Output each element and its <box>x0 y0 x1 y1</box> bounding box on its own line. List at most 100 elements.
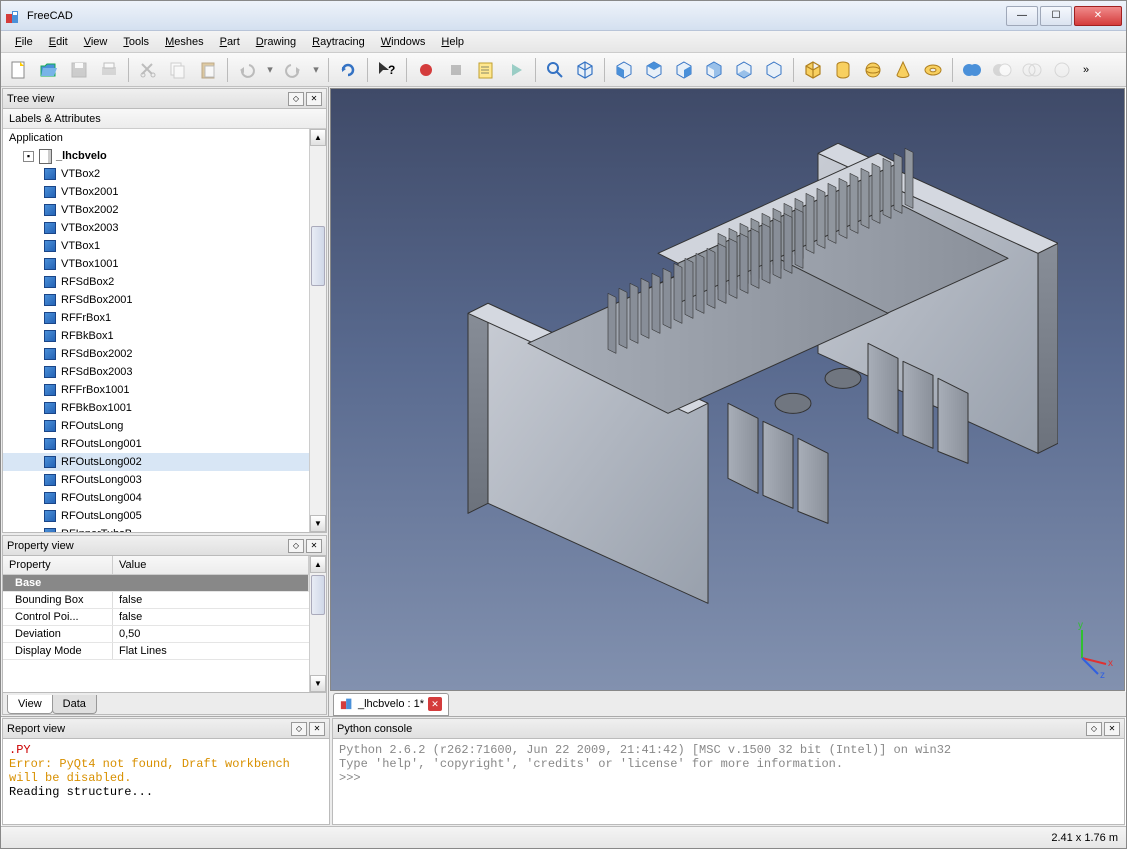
dock-close-icon[interactable]: ✕ <box>306 92 322 106</box>
property-tab-view[interactable]: View <box>7 695 53 714</box>
property-group[interactable]: Base <box>3 575 309 591</box>
property-row[interactable]: Display ModeFlat Lines <box>3 643 309 660</box>
scroll-thumb[interactable] <box>311 226 325 286</box>
boolean-cut-icon[interactable] <box>988 56 1016 84</box>
boolean-fuse-icon[interactable] <box>958 56 986 84</box>
cut-icon[interactable] <box>134 56 162 84</box>
tree-item[interactable]: RFBkBox1001 <box>3 399 309 417</box>
view-top-icon[interactable] <box>640 56 668 84</box>
view-front-icon[interactable] <box>610 56 638 84</box>
scroll-up-icon[interactable]: ▲ <box>310 556 326 573</box>
3d-viewport[interactable]: x y z <box>330 88 1125 691</box>
tree-root[interactable]: Application <box>3 129 309 147</box>
scroll-thumb[interactable] <box>311 575 325 615</box>
view-bottom-icon[interactable] <box>730 56 758 84</box>
tree-item[interactable]: VTBox2002 <box>3 201 309 219</box>
play-icon[interactable] <box>502 56 530 84</box>
menu-windows[interactable]: Windows <box>373 33 434 51</box>
collapse-icon[interactable]: ▪ <box>23 151 34 162</box>
value-header[interactable]: Value <box>113 556 309 574</box>
property-row[interactable]: Deviation0,50 <box>3 626 309 643</box>
macro-icon[interactable] <box>472 56 500 84</box>
copy-icon[interactable] <box>164 56 192 84</box>
tree-item[interactable]: RFSdBox2001 <box>3 291 309 309</box>
view-iso-icon[interactable] <box>571 56 599 84</box>
titlebar[interactable]: FreeCAD — ☐ ✕ <box>1 1 1126 31</box>
menu-help[interactable]: Help <box>433 33 472 51</box>
tree-item[interactable]: RFInnerTubsB <box>3 525 309 532</box>
scroll-up-icon[interactable]: ▲ <box>310 129 326 146</box>
paste-icon[interactable] <box>194 56 222 84</box>
tree-item[interactable]: RFBkBox1 <box>3 327 309 345</box>
property-tab-data[interactable]: Data <box>52 695 97 714</box>
tree-item[interactable]: VTBox2 <box>3 165 309 183</box>
view-rear-icon[interactable] <box>700 56 728 84</box>
tab-close-icon[interactable]: ✕ <box>428 697 442 711</box>
close-button[interactable]: ✕ <box>1074 6 1122 26</box>
boolean-section-icon[interactable] <box>1048 56 1076 84</box>
dock-close-icon[interactable]: ✕ <box>1104 722 1120 736</box>
tree-view[interactable]: Application▪_lhcbveloVTBox2VTBox2001VTBo… <box>3 129 309 532</box>
menu-meshes[interactable]: Meshes <box>157 33 212 51</box>
menu-part[interactable]: Part <box>212 33 248 51</box>
redo-drop-icon[interactable]: ▾ <box>309 56 323 84</box>
menu-raytracing[interactable]: Raytracing <box>304 33 373 51</box>
tree-item[interactable]: RFOutsLong004 <box>3 489 309 507</box>
tree-item[interactable]: RFFrBox1001 <box>3 381 309 399</box>
view-left-icon[interactable] <box>760 56 788 84</box>
tree-item[interactable]: RFSdBox2 <box>3 273 309 291</box>
menu-edit[interactable]: Edit <box>41 33 76 51</box>
primitive-torus-icon[interactable] <box>919 56 947 84</box>
record-icon[interactable] <box>412 56 440 84</box>
property-header[interactable]: Property <box>3 556 113 574</box>
primitive-sphere-icon[interactable] <box>859 56 887 84</box>
tree-item[interactable]: RFFrBox1 <box>3 309 309 327</box>
dock-float-icon[interactable]: ◇ <box>291 722 307 736</box>
boolean-common-icon[interactable] <box>1018 56 1046 84</box>
property-row[interactable]: Control Poi...false <box>3 609 309 626</box>
maximize-button[interactable]: ☐ <box>1040 6 1072 26</box>
menu-drawing[interactable]: Drawing <box>248 33 304 51</box>
undo-drop-icon[interactable]: ▾ <box>263 56 277 84</box>
zoom-fit-icon[interactable] <box>541 56 569 84</box>
save-icon[interactable] <box>65 56 93 84</box>
refresh-icon[interactable] <box>334 56 362 84</box>
dock-float-icon[interactable]: ◇ <box>1086 722 1102 736</box>
menu-file[interactable]: File <box>7 33 41 51</box>
tree-scrollbar[interactable]: ▲ ▼ <box>309 129 326 532</box>
tree-item[interactable]: RFSdBox2003 <box>3 363 309 381</box>
tree-item[interactable]: VTBox2001 <box>3 183 309 201</box>
dock-close-icon[interactable]: ✕ <box>309 722 325 736</box>
scroll-down-icon[interactable]: ▼ <box>310 675 326 692</box>
document-tab[interactable]: _lhcbvelo : 1* ✕ <box>333 693 449 716</box>
redo-icon[interactable] <box>279 56 307 84</box>
primitive-cone-icon[interactable] <box>889 56 917 84</box>
property-value[interactable]: false <box>113 592 309 608</box>
tree-item[interactable]: RFOutsLong005 <box>3 507 309 525</box>
menu-view[interactable]: View <box>76 33 116 51</box>
whatsthis-icon[interactable]: ? <box>373 56 401 84</box>
dock-float-icon[interactable]: ◇ <box>288 92 304 106</box>
open-icon[interactable] <box>35 56 63 84</box>
toolbar-overflow-icon[interactable]: » <box>1078 56 1094 84</box>
tree-item[interactable]: RFOutsLong001 <box>3 435 309 453</box>
menu-tools[interactable]: Tools <box>115 33 157 51</box>
primitive-box-icon[interactable] <box>799 56 827 84</box>
property-value[interactable]: false <box>113 609 309 625</box>
new-icon[interactable] <box>5 56 33 84</box>
view-right-icon[interactable] <box>670 56 698 84</box>
tree-item[interactable]: VTBox1 <box>3 237 309 255</box>
minimize-button[interactable]: — <box>1006 6 1038 26</box>
undo-icon[interactable] <box>233 56 261 84</box>
property-value[interactable]: Flat Lines <box>113 643 309 659</box>
tree-item[interactable]: RFOutsLong <box>3 417 309 435</box>
tree-item[interactable]: RFSdBox2002 <box>3 345 309 363</box>
prop-scrollbar[interactable]: ▲ ▼ <box>309 556 326 692</box>
tree-item[interactable]: VTBox1001 <box>3 255 309 273</box>
report-content[interactable]: .PYError: PyQt4 not found, Draft workben… <box>3 739 329 824</box>
tree-item[interactable]: RFOutsLong003 <box>3 471 309 489</box>
tree-item[interactable]: VTBox2003 <box>3 219 309 237</box>
python-console-content[interactable]: Python 2.6.2 (r262:71600, Jun 22 2009, 2… <box>333 739 1124 824</box>
scroll-down-icon[interactable]: ▼ <box>310 515 326 532</box>
property-row[interactable]: Bounding Boxfalse <box>3 592 309 609</box>
